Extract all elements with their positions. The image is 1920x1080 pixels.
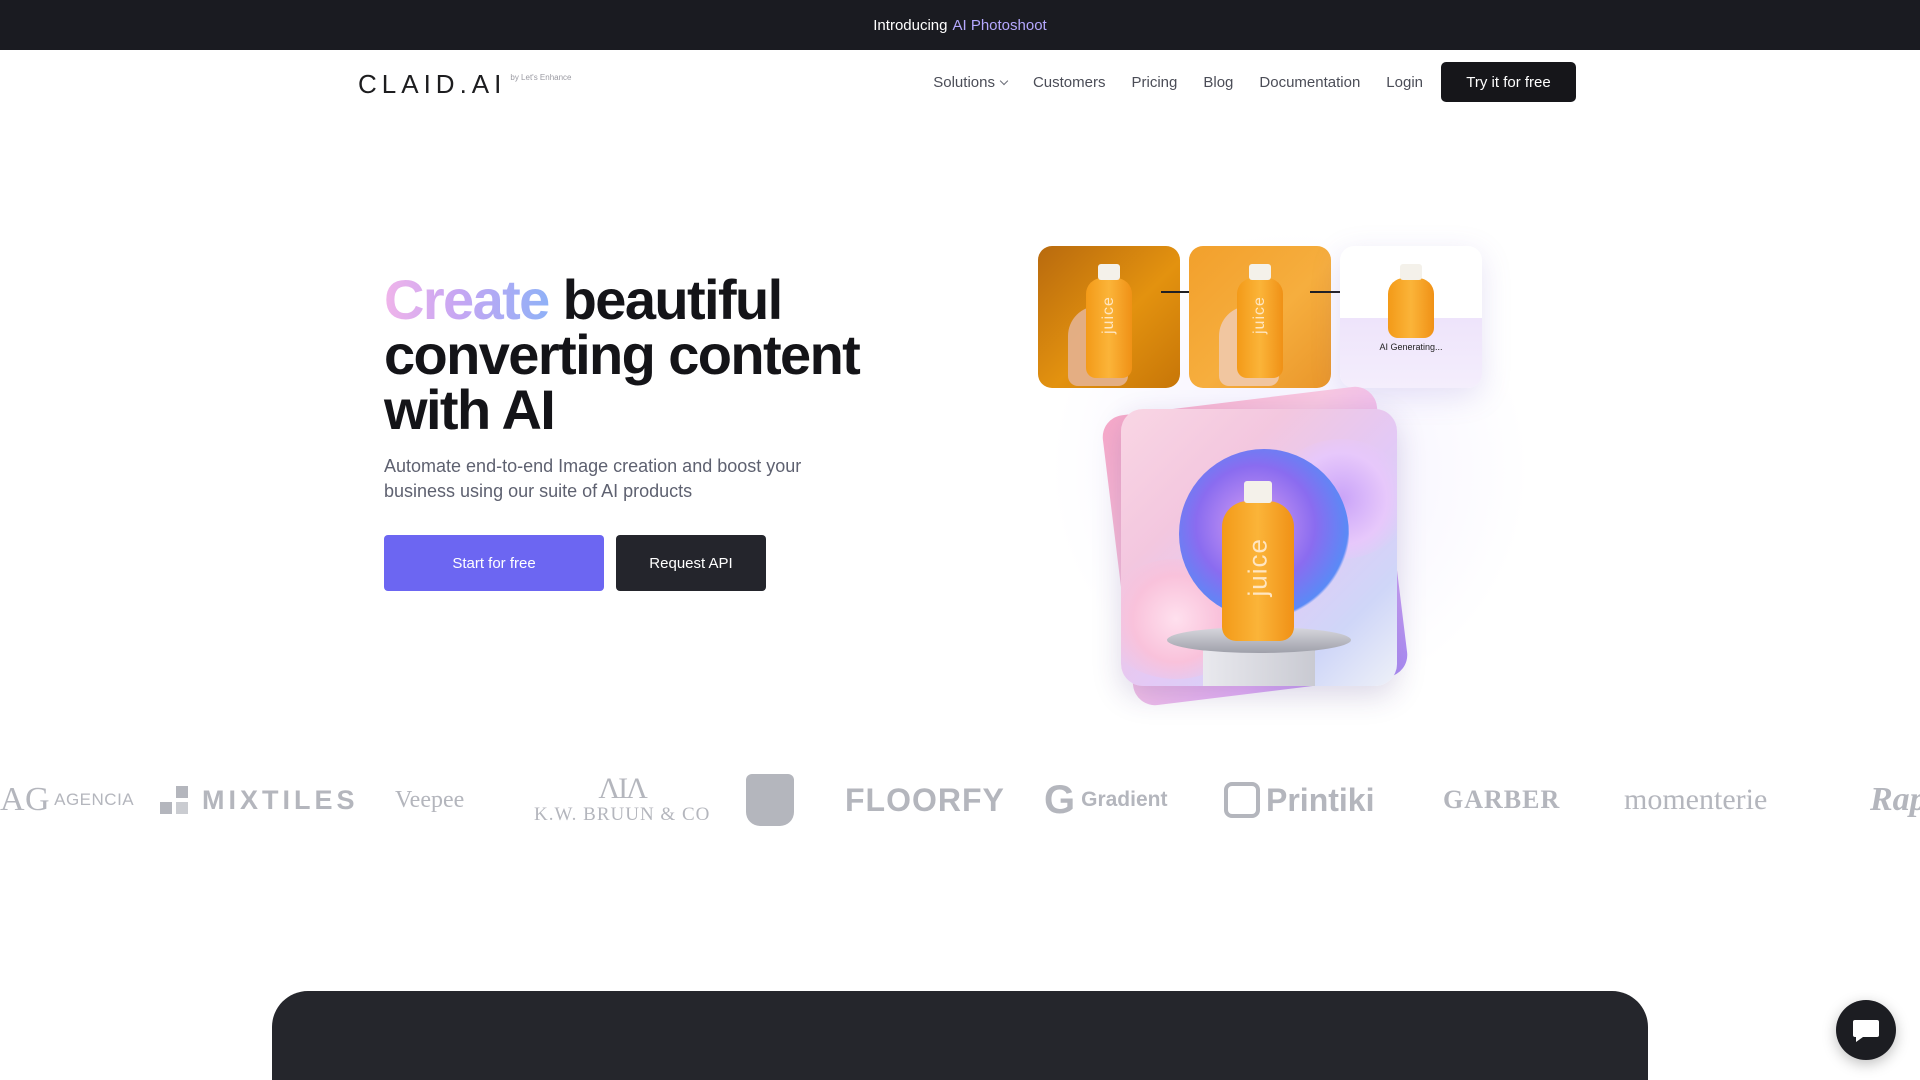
- request-api-button[interactable]: Request API: [616, 535, 766, 591]
- bottle-cap: [1098, 264, 1120, 280]
- dark-feature-section: [272, 991, 1648, 1080]
- hero-subtitle: Automate end-to-end Image creation and b…: [384, 456, 802, 501]
- logo-text: CLAID.AI: [358, 69, 507, 99]
- gradient-text: Gradient: [1081, 788, 1168, 811]
- logo-floorfy: FLOORFY: [845, 770, 1005, 830]
- enhanced-photo-tile: juice: [1189, 246, 1331, 388]
- mixtiles-text: MIXTILES: [202, 784, 359, 815]
- nav-login[interactable]: Login: [1386, 74, 1423, 91]
- juice-bottle: [1388, 264, 1434, 338]
- chat-bubble-icon: [1853, 1020, 1879, 1042]
- nav-pricing[interactable]: Pricing: [1132, 74, 1178, 91]
- logo-rap: Rap: [1870, 770, 1920, 830]
- bottle-cap: [1244, 481, 1272, 503]
- logo-printiki: Printiki: [1224, 770, 1374, 830]
- bruun-text: K.W. BRUUN & CO: [534, 804, 711, 825]
- logo-momenterie: momenterie: [1624, 770, 1767, 830]
- logo-gradient: G Gradient: [1044, 770, 1167, 830]
- printiki-text: Printiki: [1266, 781, 1375, 818]
- logo-mixtiles: MIXTILES: [160, 770, 359, 830]
- floorfy-text: FLOORFY: [845, 781, 1005, 818]
- generating-tile: AI Generating...: [1340, 246, 1482, 388]
- nav-login-label: Login: [1386, 73, 1423, 91]
- nav-customers-label: Customers: [1032, 73, 1106, 91]
- juice-bottle: juice: [1086, 264, 1132, 378]
- customer-logos: AG AGENCIA MIXTILES Veepee ΛΙΛ K.W. BRUU…: [0, 770, 1920, 830]
- momenterie-text: momenterie: [1624, 783, 1768, 816]
- logo-subtitle: by Let's Enhance: [510, 73, 572, 82]
- bottle-cap: [1249, 264, 1271, 280]
- result-photo-card: juice: [1121, 409, 1397, 686]
- hero-title: Create beautiful converting content with…: [384, 272, 924, 438]
- bottle-label: juice: [1242, 538, 1273, 597]
- logo-garber: GARBER: [1443, 770, 1560, 830]
- nav-blog-label: Blog: [1203, 73, 1234, 91]
- nav-documentation-label: Documentation: [1259, 73, 1361, 91]
- badge-icon: [746, 774, 794, 826]
- bottle-label: juice: [1251, 296, 1268, 334]
- nav-links: Solutions Customers Pricing Blog Documen…: [933, 62, 1423, 102]
- veepee-text: Veepee: [395, 786, 465, 813]
- rap-text: Rap: [1870, 781, 1920, 818]
- bottle-label: juice: [1100, 296, 1117, 334]
- logo-veepee: Veepee: [395, 770, 464, 830]
- chat-widget-button[interactable]: [1836, 1000, 1896, 1060]
- nav-customers[interactable]: Customers: [1033, 74, 1106, 91]
- nav-solutions[interactable]: Solutions: [933, 73, 1009, 91]
- logo-agencia: AG AGENCIA: [0, 770, 134, 830]
- nav-pricing-label: Pricing: [1131, 73, 1178, 91]
- bruun-mark: ΛΙΛ: [598, 772, 647, 805]
- announcement-bar[interactable]: Introducing AI Photoshoot: [0, 0, 1920, 50]
- navbar: CLAID.AI by Let's Enhance Solutions Cust…: [0, 50, 1920, 114]
- logo[interactable]: CLAID.AI by Let's Enhance: [358, 70, 572, 98]
- announcement-link[interactable]: AI Photoshoot: [952, 17, 1046, 34]
- announcement-prefix: Introducing: [873, 16, 948, 34]
- generating-label: AI Generating...: [1379, 342, 1443, 352]
- juice-bottle: juice: [1222, 481, 1294, 641]
- nav-solutions-label: Solutions: [933, 73, 995, 91]
- bottle-cap: [1400, 264, 1422, 280]
- chevron-down-icon: [999, 76, 1009, 85]
- garber-text: GARBER: [1443, 785, 1561, 814]
- logo-kw-bruun: ΛΙΛ K.W. BRUUN & CO: [534, 770, 710, 830]
- hero-title-highlight: Create: [384, 268, 550, 331]
- nav-documentation[interactable]: Documentation: [1259, 74, 1360, 91]
- agencia-text: AGENCIA: [54, 790, 135, 809]
- logo-badge: [746, 770, 794, 830]
- source-photo-tile: juice: [1038, 246, 1180, 388]
- nav-blog[interactable]: Blog: [1203, 74, 1233, 91]
- try-free-button[interactable]: Try it for free: [1441, 62, 1576, 102]
- start-free-button[interactable]: Start for free: [384, 535, 604, 591]
- printiki-icon: [1224, 782, 1260, 818]
- mixtiles-icon: [160, 786, 188, 814]
- juice-bottle: juice: [1237, 264, 1283, 378]
- gradient-mark: G: [1044, 777, 1076, 822]
- agencia-mark: AG: [0, 781, 51, 818]
